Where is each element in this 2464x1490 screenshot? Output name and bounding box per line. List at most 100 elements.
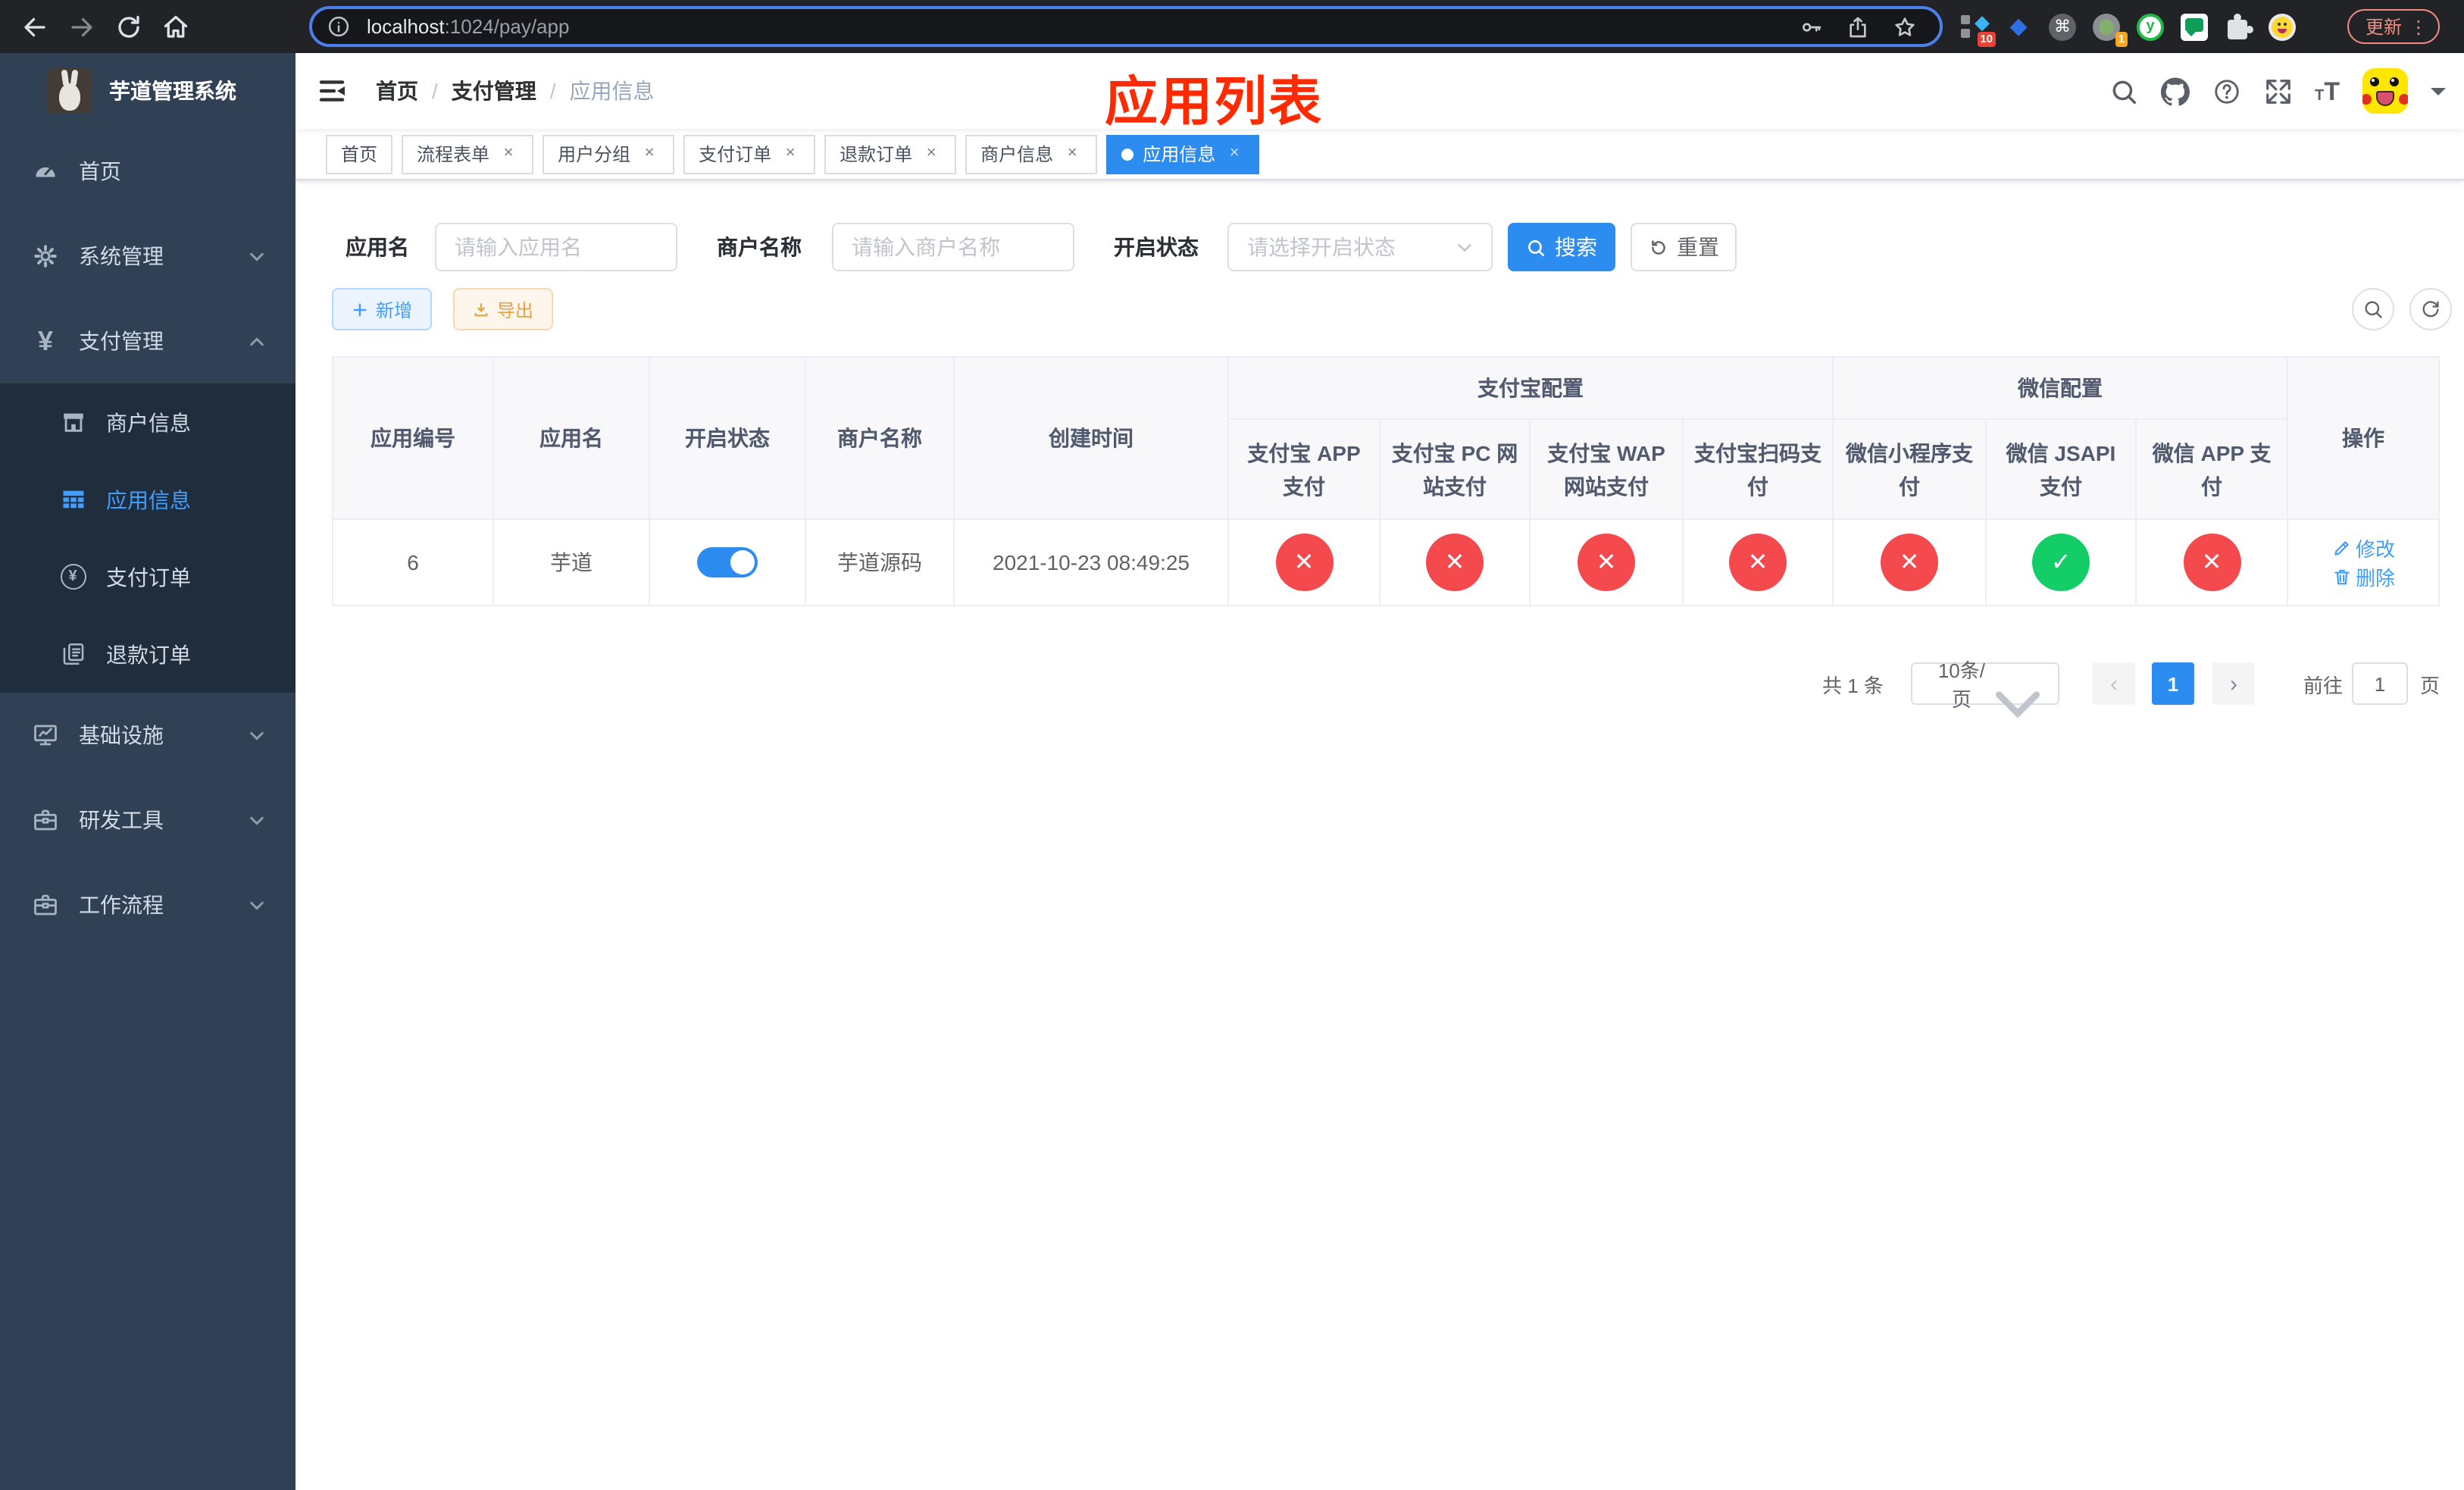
- search-icon[interactable]: [2109, 77, 2137, 105]
- cell-actions: 修改 删除: [2287, 518, 2440, 606]
- main-area: 首页 / 支付管理 / 应用信息 应用列表 TT 首页 流程表单 × 用户分组 …: [295, 53, 2464, 1490]
- extension-devtools-icon[interactable]: ◆ 10: [1961, 11, 1996, 46]
- tab-process-form[interactable]: 流程表单 ×: [402, 134, 534, 174]
- extension-chat-icon[interactable]: [2181, 13, 2208, 40]
- sidebar-item-merchant-info[interactable]: 商户信息: [0, 383, 295, 461]
- bookmark-star-icon[interactable]: [1893, 14, 1917, 39]
- app-name-label: 应用名: [346, 235, 409, 259]
- breadcrumb-home[interactable]: 首页: [376, 76, 418, 106]
- wx-app-status-icon: [2183, 534, 2241, 591]
- help-icon[interactable]: [2212, 77, 2240, 105]
- merchant-name-input[interactable]: [832, 223, 1074, 271]
- extension-y-icon[interactable]: y: [2137, 13, 2164, 40]
- col-group-alipay: 支付宝配置: [1227, 356, 1834, 420]
- app-name-input[interactable]: [435, 223, 677, 271]
- status-select[interactable]: 请选择开启状态: [1227, 223, 1493, 271]
- extension-kite-icon[interactable]: ◆: [2005, 13, 2032, 40]
- back-icon[interactable]: [21, 13, 48, 40]
- close-icon[interactable]: ×: [639, 144, 659, 164]
- sidebar-item-app-info[interactable]: 应用信息: [0, 461, 295, 538]
- url-text[interactable]: localhost:1024/pay/app: [367, 15, 569, 38]
- breadcrumb-payment[interactable]: 支付管理: [452, 76, 536, 106]
- avatar-dropdown-caret[interactable]: [2431, 87, 2446, 102]
- address-bar[interactable]: localhost:1024/pay/app: [309, 6, 1943, 47]
- col-header-alipay-wap: 支付宝 WAP 网站支付: [1529, 418, 1684, 520]
- sidebar-item-refund-order[interactable]: 退款订单: [0, 615, 295, 693]
- password-key-icon[interactable]: [1799, 14, 1823, 39]
- gear-icon: [32, 243, 59, 270]
- sidebar-collapse-icon[interactable]: [318, 76, 349, 106]
- tab-merchant-info[interactable]: 商户信息 ×: [965, 134, 1098, 174]
- tab-pay-order[interactable]: 支付订单 ×: [683, 134, 816, 174]
- fullscreen-icon[interactable]: [2263, 77, 2292, 105]
- status-toggle[interactable]: [697, 547, 758, 578]
- reset-button[interactable]: 重置: [1631, 223, 1737, 271]
- page-number-button[interactable]: 1: [2151, 662, 2194, 705]
- share-icon[interactable]: [1846, 14, 1870, 39]
- extensions-puzzle-icon[interactable]: [2225, 13, 2253, 40]
- extension-command-icon[interactable]: ⌘: [2049, 13, 2076, 40]
- sidebar-item-infrastructure[interactable]: 基础设施: [0, 693, 295, 778]
- chevron-down-icon: [1456, 239, 1473, 255]
- col-header-actions: 操作: [2287, 356, 2440, 520]
- forward-icon[interactable]: [68, 13, 95, 40]
- sidebar-item-label: 基础设施: [79, 723, 164, 747]
- edit-link[interactable]: 修改: [2331, 534, 2395, 562]
- extension-emoji-icon[interactable]: [2269, 13, 2296, 40]
- github-icon[interactable]: [2160, 77, 2189, 105]
- sidebar-item-label: 系统管理: [79, 244, 164, 268]
- toolbox-icon: [32, 806, 59, 834]
- tab-refund-order[interactable]: 退款订单 ×: [824, 134, 957, 174]
- col-header-wx-mini: 微信小程序支付: [1832, 418, 1987, 520]
- documents-icon: [59, 640, 86, 668]
- cell-merchant: 芋道源码: [805, 518, 955, 606]
- user-avatar[interactable]: [2362, 68, 2408, 114]
- goto-label: 前往: [2303, 674, 2343, 696]
- url-path: :1024/pay/app: [444, 15, 570, 38]
- refresh-icon: [1651, 239, 1665, 254]
- close-icon[interactable]: ×: [921, 144, 941, 164]
- sidebar-item-payment[interactable]: ¥ 支付管理: [0, 299, 295, 383]
- app-logo[interactable]: 芋道管理系统: [0, 53, 295, 129]
- tab-user-group[interactable]: 用户分组 ×: [543, 134, 675, 174]
- sidebar-item-system[interactable]: 系统管理: [0, 214, 295, 299]
- next-page-button[interactable]: ›: [2212, 662, 2255, 705]
- sidebar: 芋道管理系统 首页 系统管理 ¥ 支付管理 商户信息 应用信息 ¥ 支付订单 退…: [0, 53, 295, 1490]
- page-size-select[interactable]: 10条/页: [1910, 659, 2059, 718]
- goto-page-input[interactable]: [2351, 662, 2408, 705]
- trash-icon: [2334, 569, 2349, 585]
- export-button[interactable]: 导出: [453, 288, 554, 330]
- close-icon[interactable]: ×: [780, 144, 800, 164]
- font-size-icon[interactable]: TT: [2315, 78, 2340, 104]
- download-icon: [474, 302, 488, 316]
- close-icon[interactable]: ×: [1224, 144, 1244, 164]
- close-icon[interactable]: ×: [499, 144, 518, 164]
- home-icon[interactable]: [162, 13, 189, 40]
- show-search-toggle-button[interactable]: [2352, 288, 2394, 330]
- site-info-icon[interactable]: [327, 15, 350, 38]
- sidebar-item-label: 支付订单: [106, 565, 191, 589]
- breadcrumb-separator: /: [432, 79, 438, 103]
- sidebar-item-workflow[interactable]: 工作流程: [0, 862, 295, 947]
- browser-nav-buttons: [21, 13, 189, 40]
- sidebar-item-pay-order[interactable]: ¥ 支付订单: [0, 538, 295, 615]
- alipay-qr-status-icon: [1729, 534, 1787, 591]
- refresh-table-button[interactable]: [2409, 288, 2452, 330]
- prev-page-button[interactable]: ‹: [2092, 662, 2135, 705]
- search-button[interactable]: 搜索: [1508, 223, 1615, 271]
- alipay-app-status-icon: [1275, 534, 1333, 591]
- tab-app-info[interactable]: 应用信息 ×: [1106, 134, 1260, 174]
- screen: localhost:1024/pay/app ◆ 10 ◆ ⌘ 1 y 更新 ⋮…: [0, 0, 2464, 1490]
- reload-icon[interactable]: [115, 13, 142, 40]
- menu-dots-icon[interactable]: ⋮: [2409, 16, 2428, 37]
- close-icon[interactable]: ×: [1062, 144, 1082, 164]
- grid-table-icon: [59, 486, 86, 513]
- delete-link[interactable]: 删除: [2331, 562, 2395, 591]
- tab-home[interactable]: 首页: [326, 134, 393, 174]
- sidebar-item-home[interactable]: 首页: [0, 129, 295, 214]
- chrome-update-button[interactable]: 更新 ⋮: [2347, 9, 2441, 44]
- sidebar-item-label: 应用信息: [106, 487, 191, 512]
- add-button[interactable]: 新增: [332, 288, 433, 330]
- extension-recorder-icon[interactable]: 1: [2093, 13, 2128, 46]
- sidebar-item-dev-tools[interactable]: 研发工具: [0, 778, 295, 862]
